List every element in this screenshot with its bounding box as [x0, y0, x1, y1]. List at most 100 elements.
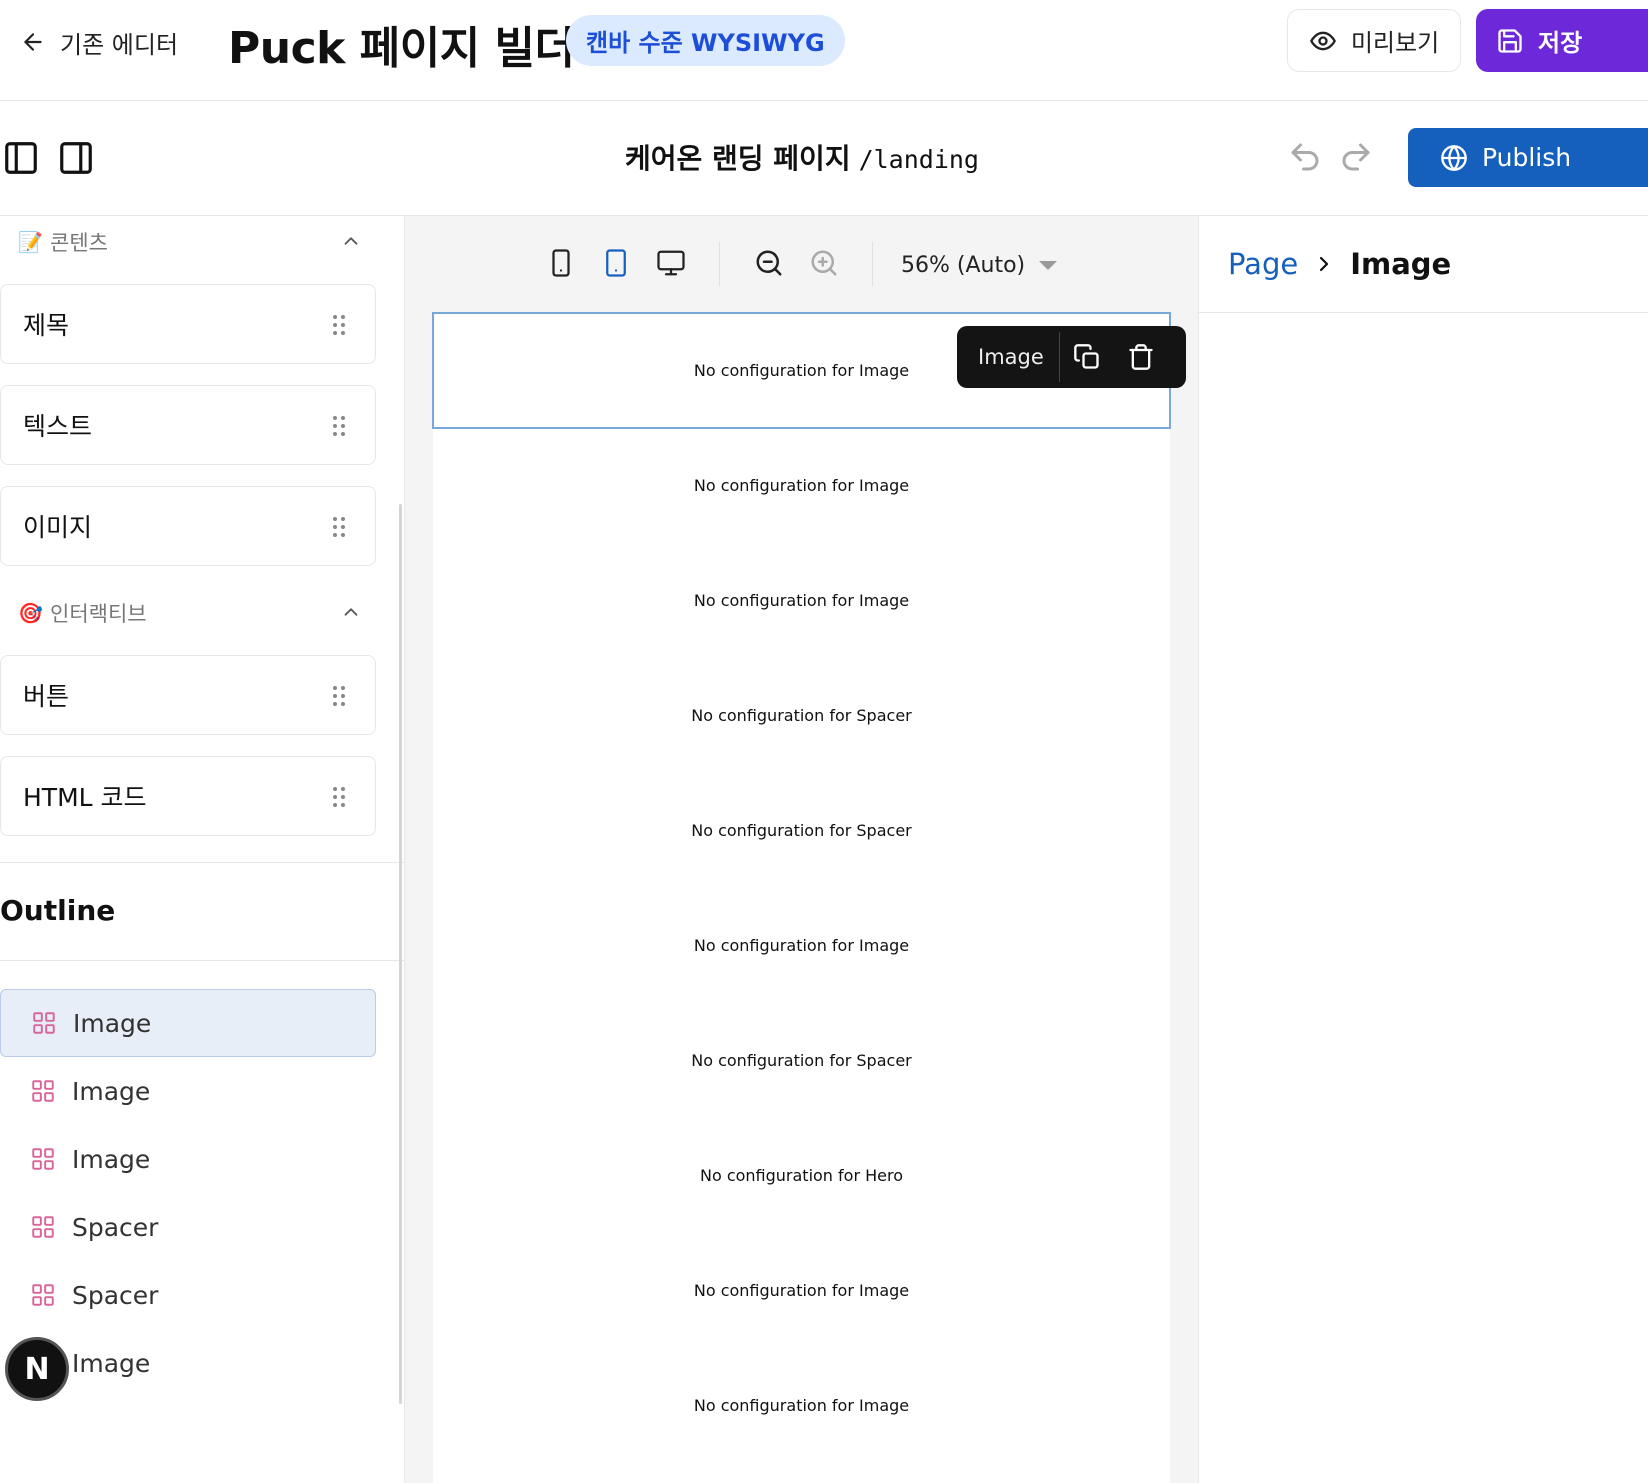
drag-handle-icon[interactable] [331, 414, 347, 438]
viewport-tablet-button[interactable] [601, 248, 635, 282]
copy-icon [1074, 344, 1099, 369]
block-placeholder: No configuration for Spacer [691, 821, 912, 840]
outline-item[interactable]: Image [0, 1125, 376, 1193]
component-label: HTML 코드 [23, 783, 147, 812]
component-label: 이미지 [23, 513, 93, 542]
publish-button[interactable]: Publish [1408, 128, 1648, 187]
outline-item[interactable]: Spacer [0, 1193, 376, 1261]
nextjs-dev-indicator[interactable]: N [5, 1337, 69, 1401]
canvas-block[interactable]: No configuration for Spacer [433, 1003, 1170, 1118]
block-placeholder: No configuration for Spacer [691, 1051, 912, 1070]
canvas-block[interactable]: No configuration for Spacer [433, 658, 1170, 773]
sidebar-scrollbar[interactable] [399, 504, 402, 1404]
breadcrumb-current: Image [1350, 247, 1452, 281]
canvas-block[interactable]: No configuration for Image [433, 888, 1170, 1003]
component-label: 텍스트 [23, 412, 93, 441]
drag-handle-icon[interactable] [331, 313, 347, 337]
chevron-up-icon [344, 608, 358, 616]
globe-icon [1441, 144, 1467, 171]
page-title: Puck 페이지 빌더 [228, 23, 575, 74]
monitor-icon [657, 250, 685, 276]
component-label: 버튼 [23, 682, 70, 711]
component-button[interactable]: 버튼 [0, 655, 376, 735]
right-sidebar: Page Image [1198, 216, 1648, 1483]
category-label: 인터랙티브 [50, 602, 147, 626]
component-image[interactable]: 이미지 [0, 486, 376, 566]
drag-handle-icon[interactable] [331, 785, 347, 809]
block-action-bar: Image [957, 326, 1186, 388]
outline-item-label: Spacer [72, 1212, 159, 1242]
preview-button-label: 미리보기 [1350, 29, 1440, 57]
zoom-in-icon [811, 250, 837, 276]
chevron-up-icon [344, 237, 358, 245]
undo-icon [1291, 143, 1319, 171]
block-placeholder: No configuration for Image [693, 591, 910, 610]
divider [0, 960, 404, 961]
canvas-block[interactable]: No configuration for Image [433, 1233, 1170, 1348]
zoom-value: 56% (Auto) [901, 252, 1026, 278]
trash-icon [1129, 344, 1153, 370]
canvas-block[interactable]: No configuration for Image [433, 1348, 1170, 1463]
block-placeholder: No configuration for Hero [699, 1166, 904, 1185]
canvas-block[interactable]: No configuration for Image [433, 543, 1170, 658]
document-name: 케어온 랜딩 페이지 [625, 142, 851, 175]
drag-handle-icon[interactable] [331, 515, 347, 539]
breadcrumb-page-link[interactable]: Page [1228, 247, 1298, 281]
category-header-interactive[interactable]: 🎯 인터랙티브 [0, 587, 380, 639]
back-to-legacy-editor-link[interactable]: 기존 에디터 [20, 22, 178, 62]
viewport-mobile-button[interactable] [546, 248, 580, 282]
undo-button[interactable] [1287, 139, 1323, 175]
app-header: 기존 에디터 Puck 페이지 빌더 캔바 수준 WYSIWYG 미리보기 저장 [0, 0, 1648, 101]
canvas-block[interactable]: No configuration for Hero [433, 1118, 1170, 1233]
viewport-desktop-button[interactable] [656, 248, 690, 282]
action-bar-label: Image [978, 345, 1044, 369]
block-placeholder: No configuration for Image [693, 361, 910, 380]
component-heading[interactable]: 제목 [0, 284, 376, 364]
back-link-label: 기존 에디터 [60, 30, 179, 59]
outline-item-label: Image [72, 1076, 151, 1106]
grid-icon [32, 1148, 54, 1170]
outline-item[interactable]: Image [0, 1057, 376, 1125]
component-text[interactable]: 텍스트 [0, 385, 376, 465]
drag-handle-icon[interactable] [331, 684, 347, 708]
zoom-out-button[interactable] [754, 248, 788, 282]
zoom-select[interactable]: 56% (Auto) [901, 246, 1058, 284]
zoom-in-button[interactable] [809, 248, 843, 282]
chevron-right-icon [1320, 256, 1329, 272]
memo-icon: 📝 [18, 230, 43, 254]
category-label: 콘텐츠 [50, 231, 108, 255]
delete-button[interactable] [1114, 334, 1168, 380]
outline-item[interactable]: Spacer [0, 1261, 376, 1329]
zoom-out-icon [756, 250, 782, 276]
outline-item-label: Image [72, 1144, 151, 1174]
canvas-block[interactable]: No configuration for Image [433, 428, 1170, 543]
outline-item[interactable]: Image [0, 989, 376, 1057]
grid-icon [32, 1284, 54, 1306]
smartphone-icon [552, 249, 570, 277]
component-html-code[interactable]: HTML 코드 [0, 756, 376, 836]
canvas-block[interactable]: No configuration for Spacer [433, 773, 1170, 888]
arrow-left-icon [24, 33, 42, 51]
save-button-label: 저장 [1538, 29, 1583, 57]
duplicate-button[interactable] [1060, 334, 1114, 380]
canvas-area: 56% (Auto) No configuration for Image Im… [405, 216, 1198, 1483]
outline-item-label: Image [73, 1008, 152, 1038]
canvas-block-selected[interactable]: No configuration for Image Image [432, 312, 1186, 429]
category-header-content[interactable]: 📝 콘텐츠 [0, 216, 380, 268]
grid-icon [32, 1080, 54, 1102]
page-frame: No configuration for Image Image No conf… [432, 312, 1186, 1483]
block-placeholder: No configuration for Image [693, 476, 910, 495]
outline-item-label: Spacer [72, 1280, 159, 1310]
component-label: 제목 [23, 311, 70, 340]
redo-icon [1342, 143, 1370, 171]
save-button[interactable]: 저장 [1476, 9, 1648, 72]
preview-button[interactable]: 미리보기 [1287, 9, 1461, 72]
publish-button-label: Publish [1482, 143, 1572, 172]
block-placeholder: No configuration for Spacer [691, 706, 912, 725]
redo-button[interactable] [1338, 139, 1374, 175]
block-placeholder: No configuration for Image [693, 936, 910, 955]
left-sidebar: 📝 콘텐츠 제목 텍스트 이미지 🎯 인터랙티브 버튼 HTML 코드 Outl… [0, 216, 405, 1483]
divider [0, 862, 404, 863]
breadcrumb: Page Image [1199, 216, 1648, 313]
tablet-icon [606, 249, 626, 277]
